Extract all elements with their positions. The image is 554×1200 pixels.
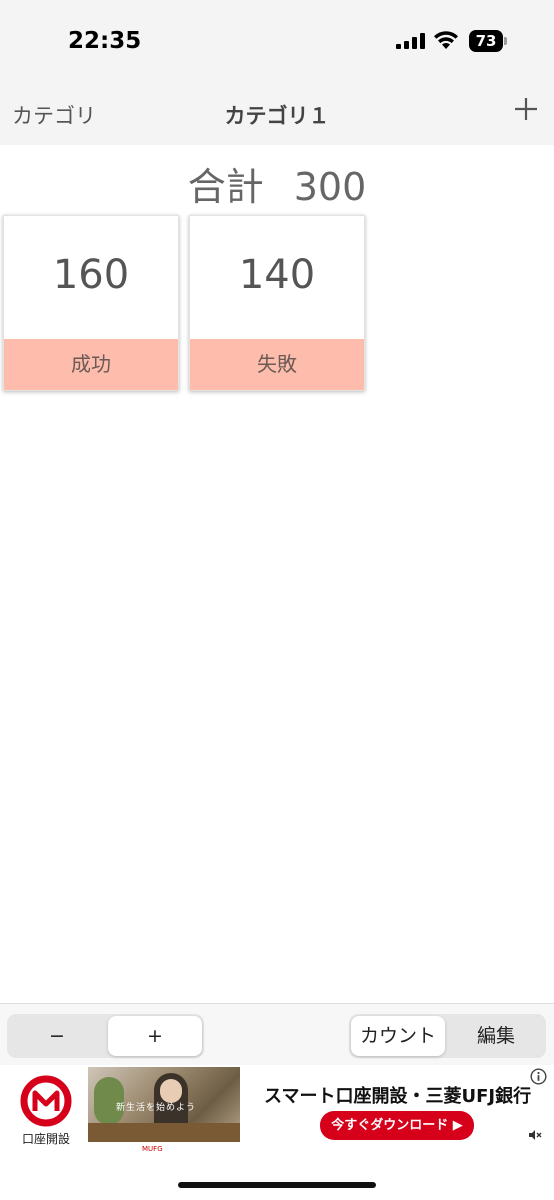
navigation-bar: カテゴリ カテゴリ１ bbox=[0, 82, 554, 145]
plus-icon[interactable] bbox=[512, 95, 540, 123]
app-screen: 22:35 73 カテゴリ カテゴリ１ 合計 300 160 成功 140 失敗… bbox=[0, 0, 554, 1200]
decrement-segment[interactable]: − bbox=[9, 1016, 105, 1056]
step-segmented-control: − + bbox=[7, 1014, 204, 1058]
table-shape bbox=[88, 1123, 240, 1142]
home-indicator[interactable] bbox=[178, 1182, 376, 1188]
edit-mode-segment[interactable]: 編集 bbox=[448, 1016, 544, 1056]
status-bar: 22:35 73 bbox=[0, 0, 554, 82]
battery-level: 73 bbox=[475, 32, 497, 50]
ad-brand-small: MUFG bbox=[142, 1145, 163, 1153]
wifi-icon bbox=[434, 31, 458, 49]
cellular-signal-icon bbox=[396, 33, 425, 49]
page-title: カテゴリ１ bbox=[224, 104, 330, 128]
counter-count: 160 bbox=[52, 252, 130, 298]
ad-banner[interactable]: 口座開設 新生活を始めよう MUFG スマート口座開設・三菱UFJ銀行 今すぐダ… bbox=[0, 1065, 554, 1153]
total-summary: 合計 300 bbox=[0, 156, 554, 211]
count-mode-segment[interactable]: カウント bbox=[351, 1016, 445, 1056]
mute-icon[interactable] bbox=[528, 1129, 542, 1141]
ad-photo-caption: 新生活を始めよう bbox=[116, 1103, 197, 1113]
ad-download-button[interactable]: 今すぐダウンロード ▶ bbox=[320, 1111, 474, 1140]
total-label: 合計 bbox=[187, 165, 264, 209]
ad-photo: 新生活を始めよう bbox=[88, 1067, 240, 1142]
counter-label: 失敗 bbox=[190, 339, 364, 390]
ad-logo-label: 口座開設 bbox=[21, 1132, 70, 1146]
mode-segmented-control: カウント 編集 bbox=[349, 1014, 546, 1058]
status-time: 22:35 bbox=[68, 28, 142, 54]
info-icon[interactable] bbox=[530, 1068, 547, 1085]
ad-headline: スマート口座開設・三菱UFJ銀行 bbox=[264, 1086, 532, 1107]
bottom-toolbar: − + カウント 編集 bbox=[0, 1003, 554, 1065]
total-value: 300 bbox=[293, 165, 367, 209]
counter-card-failure[interactable]: 140 失敗 bbox=[189, 215, 365, 391]
mufg-logo-icon bbox=[20, 1075, 72, 1127]
counter-label: 成功 bbox=[4, 339, 178, 390]
counter-count: 140 bbox=[238, 252, 316, 298]
counter-card-success[interactable]: 160 成功 bbox=[3, 215, 179, 391]
battery-indicator: 73 bbox=[469, 30, 507, 52]
battery-cap bbox=[504, 37, 507, 45]
increment-segment[interactable]: + bbox=[108, 1016, 202, 1056]
